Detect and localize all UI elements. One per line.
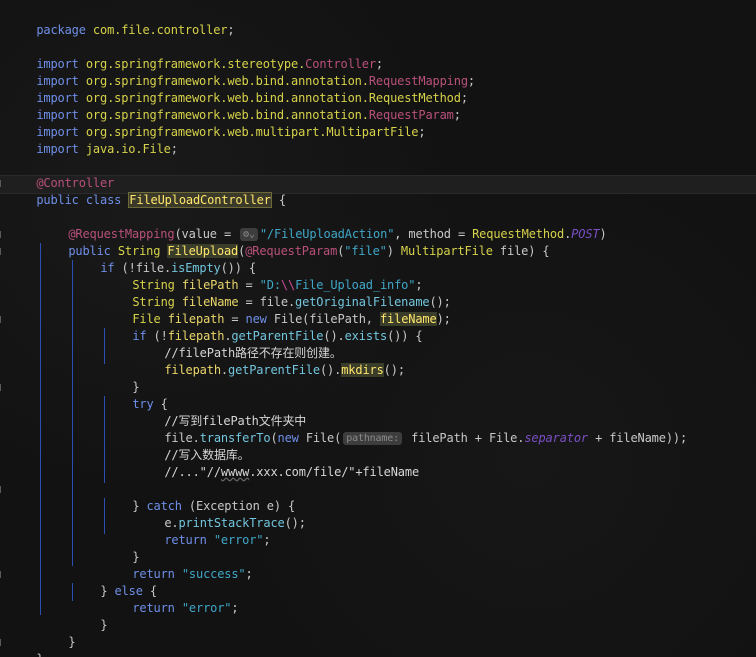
package-name: com.file.controller [92,23,228,37]
keyword: return [132,601,175,615]
keyword: return [164,533,207,547]
code-line-10[interactable]: @Controller [8,158,114,190]
semicolon: ; [453,108,461,122]
code-line-8[interactable]: import java.io.File; [8,124,178,156]
code-line-29[interactable]: } catch (Exception e) { [104,481,295,513]
semicolon: ; [245,567,253,581]
code-line-18[interactable]: File filepath = new File(filePath, fileN… [104,294,451,326]
code-line-38[interactable]: } [8,634,43,657]
comment: //..."// [164,465,221,479]
code-text: ( [270,431,278,445]
keyword: public [36,193,79,207]
fold-marker-icon[interactable] [0,231,7,238]
code-editor[interactable]: package com.file.controller; import org.… [0,0,756,657]
semicolon: ; [170,142,178,156]
code-line-14[interactable]: public String FileUpload(@RequestParam("… [40,226,550,258]
semicolon: ; [418,125,426,139]
code-text: ); [436,312,451,326]
code-line-37[interactable]: } [40,617,75,649]
fold-marker-icon[interactable] [0,248,7,255]
brace: } [68,635,76,649]
code-line-17[interactable]: String fileName = file.getOriginalFilena… [104,277,451,309]
code-line-26[interactable]: //写入数据库。 [136,430,249,462]
code-text: + fileName)); [588,431,688,445]
static-field: separator [524,431,588,445]
code-line-21[interactable]: filepath.getParentFile().mkdirs(); [136,345,405,377]
code-text: file) { [492,244,550,258]
brace: } [100,618,108,632]
string-literal: "file" [344,244,387,258]
code-text: (); [284,516,306,530]
variable: filepath [164,363,221,377]
code-line-36[interactable]: } [72,600,107,632]
code-line-11[interactable]: public class FileUploadController { [8,175,286,208]
brace: { [278,193,286,207]
code-text: ) [386,244,401,258]
fold-marker-icon[interactable] [0,316,7,323]
indent-guide [40,243,41,615]
code-text: ()) { [387,329,423,343]
keyword: import [36,142,79,156]
fold-marker-icon[interactable] [0,180,7,187]
highlighted-method: mkdirs [341,363,384,377]
keyword: package [36,23,86,37]
indent-guide [72,260,73,566]
code-line-23[interactable]: try { [104,379,168,411]
code-line-13[interactable]: @RequestMapping(value = ⚙⌄ "/FileUploadAc… [40,209,607,241]
code-line-30[interactable]: e.printStackTrace(); [136,498,306,530]
code-line-4[interactable]: import org.springframework.web.bind.anno… [8,56,475,88]
code-line-6[interactable]: import org.springframework.web.bind.anno… [8,90,461,122]
code-line-15[interactable]: if (!file.isEmpty()) { [72,243,256,275]
keyword: class [85,193,122,207]
code-line-35[interactable]: return "error"; [104,583,238,615]
code-line-16[interactable]: String filePath = "D:\\File_Upload_info"… [104,260,422,292]
import-class: MultipartFile [326,125,419,139]
fold-marker-icon[interactable] [0,384,7,391]
code-line-1[interactable]: package com.file.controller; [8,5,234,37]
code-line-33[interactable]: return "success"; [104,549,252,581]
code-text: (). [319,363,342,377]
code-line-5[interactable]: import org.springframework.web.bind.anno… [8,73,468,105]
code-line-24[interactable]: //写到filePath文件夹中 [136,396,306,428]
enum-field: POST [571,227,600,241]
code-line-19[interactable]: if (!filepath.getParentFile().exists()) … [104,311,422,343]
string-literal: "error" [206,533,264,547]
comment: .xxx.com/file/"+fileName [249,465,420,479]
code-line-31[interactable]: return "error"; [136,515,270,547]
semicolon: ; [467,74,475,88]
code-line-34[interactable]: } else { [72,566,157,598]
code-line-7[interactable]: import org.springframework.web.multipart… [8,107,425,139]
code-text: File( [298,431,342,445]
type: MultipartFile [400,244,493,258]
semicolon: ; [227,23,235,37]
import-package: java.io. [85,142,143,156]
parameter-hint: pathname: [343,432,403,445]
semicolon: ; [231,601,239,615]
annotation: @RequestParam [245,244,338,258]
method-call: exists [344,329,388,343]
code-text: . [220,363,228,377]
string-literal: "success" [174,567,246,581]
code-text: (); [383,363,405,377]
code-line-22[interactable]: } [104,362,139,394]
fold-marker-icon[interactable] [0,639,7,646]
code-line-32[interactable]: } [104,532,139,564]
code-line-3[interactable]: import org.springframework.stereotype.Co… [8,39,383,71]
brace: } [36,652,43,657]
code-line-27[interactable]: //..."//wwww.xxx.com/file/"+fileName [136,447,419,479]
keyword: new [277,431,299,445]
semicolon: ; [263,533,271,547]
fold-marker-icon[interactable] [0,571,7,578]
string-literal: "error" [174,601,232,615]
semicolon: ; [460,91,468,105]
paren: ) [599,227,607,241]
comment-typo: wwww [220,465,250,479]
import-class: File [142,142,171,156]
code-line-20[interactable]: //filePath路径不存在则创建。 [136,328,342,360]
code-line-25[interactable]: file.transferTo(new File(pathname: fileP… [136,413,687,445]
class-name: FileUploadController [128,192,272,208]
method-call: getParentFile [228,363,320,377]
code-text: filePath + File. [404,431,525,445]
fold-marker-icon[interactable] [0,486,7,493]
